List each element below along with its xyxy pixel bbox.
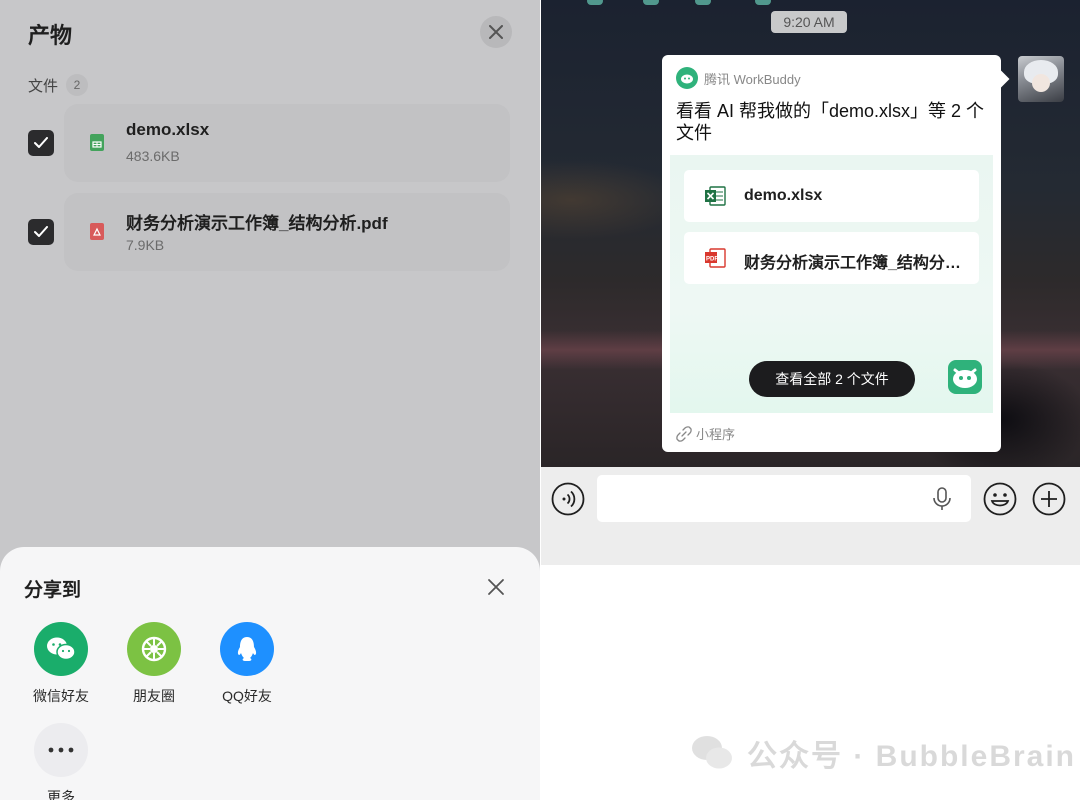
- qq-icon: [220, 622, 274, 676]
- file-size: 7.9KB: [126, 237, 165, 253]
- file-card[interactable]: 财务分析演示工作簿_结构分析.pdf 7.9KB: [64, 193, 510, 271]
- share-close-button[interactable]: [484, 575, 508, 599]
- file-row[interactable]: 财务分析演示工作簿_结构分析.pdf 7.9KB: [28, 193, 512, 271]
- file-size: 483.6KB: [126, 148, 180, 164]
- file-row[interactable]: demo.xlsx 483.6KB: [28, 104, 512, 182]
- voice-icon: [551, 482, 585, 516]
- panel-title: 产物: [28, 23, 73, 48]
- share-sheet: 分享到 微信好友 朋友圈 QQ好友 更多: [0, 547, 540, 800]
- avatar[interactable]: [1018, 56, 1064, 102]
- workbuddy-mascot-icon: [948, 360, 982, 394]
- more-icon: [34, 723, 88, 777]
- mini-program-footer: 小程序: [676, 424, 735, 443]
- card-file-name: demo.xlsx: [744, 187, 823, 204]
- share-wechat-friend[interactable]: 微信好友: [21, 622, 101, 706]
- file-name: 财务分析演示工作簿_结构分析.pdf: [126, 214, 388, 233]
- card-file-name: 财务分析演示工作簿_结构分析.pdf: [744, 255, 969, 272]
- emoji-icon: [983, 482, 1017, 516]
- view-all-files-button[interactable]: 查看全部 2 个文件: [749, 361, 915, 397]
- plus-icon: [1032, 482, 1066, 516]
- file-card[interactable]: demo.xlsx 483.6KB: [64, 104, 510, 182]
- message-input[interactable]: [597, 475, 971, 522]
- card-file-item: demo.xlsx: [684, 170, 979, 222]
- close-icon: [488, 579, 504, 595]
- chat-panel: 9:20 AM 腾讯 WorkBuddy 看看 AI 帮我做的「demo.xls…: [541, 0, 1080, 800]
- close-icon: [489, 25, 503, 39]
- wechat-watermark-icon: [692, 736, 732, 769]
- file-name: demo.xlsx: [126, 120, 210, 139]
- brand-name: 腾讯 WorkBuddy: [704, 71, 801, 87]
- share-qq-friend[interactable]: QQ好友: [207, 622, 287, 706]
- workbuddy-logo-icon: [676, 67, 698, 89]
- moments-icon: [127, 622, 181, 676]
- checkmark-icon: [34, 137, 48, 148]
- spreadsheet-file-icon: [90, 134, 104, 151]
- share-item-label: 朋友圈: [133, 688, 175, 704]
- link-icon: [676, 425, 692, 442]
- watermark-text: 公众号 · BubbleBrain: [747, 740, 1077, 773]
- share-moments[interactable]: 朋友圈: [114, 622, 194, 706]
- svg-text:PDF: PDF: [706, 257, 718, 263]
- checkmark-icon: [34, 226, 48, 237]
- share-sheet-title: 分享到: [24, 580, 82, 601]
- more-actions-button[interactable]: [1032, 482, 1066, 516]
- share-item-label: QQ好友: [222, 688, 272, 704]
- card-preview: demo.xlsx PDF 财务分析演示工作簿_结构分析.pdf 查看全部 2 …: [670, 155, 993, 413]
- excel-icon: [704, 185, 726, 207]
- artifacts-panel: 产物 文件 2 demo.xlsx 483.6KB 财务分析演示工作簿_结构分析…: [0, 0, 540, 800]
- chat-background: 9:20 AM 腾讯 WorkBuddy 看看 AI 帮我做的「demo.xls…: [541, 0, 1080, 467]
- pdf-file-icon: [90, 223, 104, 240]
- file-checkbox[interactable]: [28, 219, 54, 245]
- mini-program-brand: 腾讯 WorkBuddy: [676, 67, 801, 89]
- watermark: 公众号 · BubbleBrain: [689, 730, 1076, 776]
- message-timestamp: 9:20 AM: [771, 11, 847, 33]
- microphone-button[interactable]: [931, 487, 953, 511]
- mini-program-label: 小程序: [696, 427, 736, 442]
- file-checkbox[interactable]: [28, 130, 54, 156]
- files-section-label: 文件: [28, 77, 59, 95]
- wechat-icon: [34, 622, 88, 676]
- chat-input-bar: [541, 467, 1080, 565]
- card-title: 看看 AI 帮我做的「demo.xlsx」等 2 个文件: [676, 101, 985, 143]
- card-file-item: PDF 财务分析演示工作簿_结构分析.pdf: [684, 232, 979, 284]
- microphone-icon: [933, 487, 951, 510]
- share-more[interactable]: 更多: [21, 723, 101, 800]
- emoji-button[interactable]: [983, 482, 1017, 516]
- share-item-label: 微信好友: [33, 688, 89, 704]
- voice-input-button[interactable]: [551, 482, 585, 516]
- share-item-label: 更多: [47, 789, 75, 800]
- close-button[interactable]: [480, 16, 512, 48]
- files-section-header: 文件 2: [28, 74, 89, 96]
- pdf-icon: PDF: [704, 247, 726, 269]
- files-count-badge: 2: [66, 74, 89, 96]
- mini-program-card[interactable]: 腾讯 WorkBuddy 看看 AI 帮我做的「demo.xlsx」等 2 个文…: [662, 55, 1001, 452]
